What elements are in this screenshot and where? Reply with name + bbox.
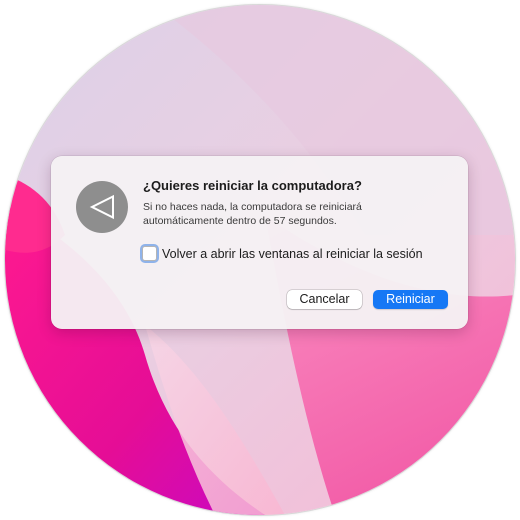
restart-button[interactable]: Reiniciar bbox=[373, 290, 448, 309]
cancel-button[interactable]: Cancelar bbox=[287, 290, 362, 309]
restart-arrow-icon bbox=[76, 181, 128, 233]
restart-dialog: ¿Quieres reiniciar la computadora? Si no… bbox=[51, 156, 468, 329]
dialog-title: ¿Quieres reiniciar la computadora? bbox=[143, 178, 362, 193]
reopen-windows-label[interactable]: Volver a abrir las ventanas al reiniciar… bbox=[162, 247, 423, 261]
dialog-message: Si no haces nada, la computadora se rein… bbox=[143, 201, 362, 227]
reopen-windows-checkbox[interactable] bbox=[142, 246, 157, 262]
reopen-windows-option[interactable]: Volver a abrir las ventanas al reiniciar… bbox=[142, 245, 423, 262]
